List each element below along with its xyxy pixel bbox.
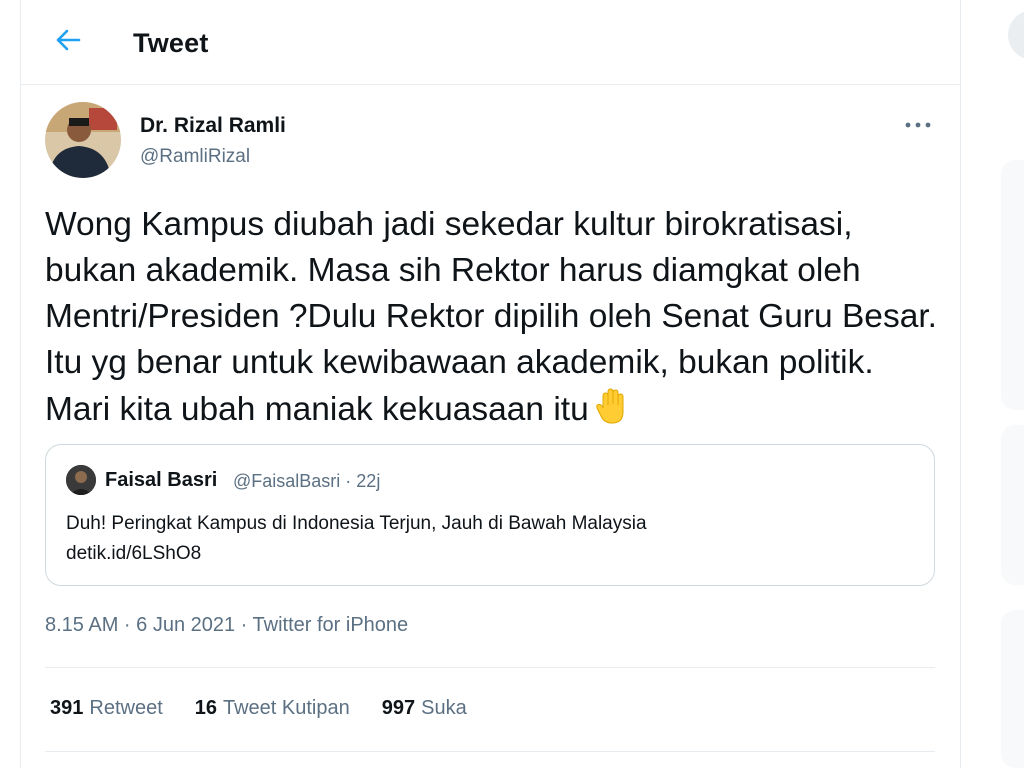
sidebar-card	[1001, 425, 1024, 585]
more-button[interactable]	[898, 110, 938, 138]
quote-tweets-stat[interactable]: 16 Tweet Kutipan	[195, 697, 350, 720]
page-header: Tweet	[20, 0, 960, 85]
likes-count: 997	[381, 697, 416, 719]
right-sidebar	[961, 0, 1024, 768]
tweet-body: Wong Kampus diubah jadi sekedar kultur b…	[45, 202, 945, 439]
author-name[interactable]: Dr. Rizal Ramli	[140, 114, 286, 138]
quote-author-meta: @FaisalBasri · 22j	[233, 471, 381, 491]
quoted-tweet[interactable]: Faisal Basri @FaisalBasri · 22j Duh! Per…	[45, 444, 935, 586]
quote-tweets-count: 16	[194, 697, 217, 719]
likes-stat[interactable]: 997 Suka	[382, 697, 467, 720]
retweets-stat[interactable]: 391 Retweet	[50, 697, 163, 720]
back-button[interactable]	[50, 24, 86, 60]
quote-text: Duh! Peringkat Kampus di Indonesia Terju…	[66, 509, 647, 569]
quote-tweets-label: Tweet Kutipan	[223, 697, 350, 719]
quote-link: detik.id/6LShO8	[66, 543, 202, 564]
left-edge	[0, 0, 21, 768]
raised-hand-icon	[595, 386, 631, 439]
page-title: Tweet	[133, 28, 209, 58]
tweet-column: Tweet Dr. Rizal Ramli @RamliRizal Wong K…	[20, 0, 961, 768]
retweets-label: Retweet	[89, 697, 163, 719]
sidebar-card	[1001, 610, 1024, 768]
quote-author-name: Faisal Basri	[105, 469, 218, 491]
divider	[45, 751, 935, 752]
likes-label: Suka	[421, 697, 467, 719]
tweet-stats: 391 Retweet 16 Tweet Kutipan 997 Suka	[50, 697, 499, 720]
quote-text-line-1: Duh! Peringkat Kampus di Indonesia Terju…	[66, 513, 647, 534]
retweets-count: 391	[50, 697, 84, 719]
more-icon	[905, 115, 931, 133]
tweet-timestamp[interactable]: 8.15 AM · 6 Jun 2021 · Twitter for iPhon…	[45, 614, 408, 637]
sidebar-card	[1001, 160, 1024, 410]
arrow-left-icon	[55, 29, 81, 56]
quote-author-avatar	[66, 465, 96, 495]
divider	[45, 667, 935, 668]
author-handle[interactable]: @RamliRizal	[140, 146, 250, 168]
search-bar-edge[interactable]	[1008, 10, 1024, 60]
author-avatar[interactable]	[45, 102, 121, 178]
tweet-text: Wong Kampus diubah jadi sekedar kultur b…	[45, 206, 937, 428]
